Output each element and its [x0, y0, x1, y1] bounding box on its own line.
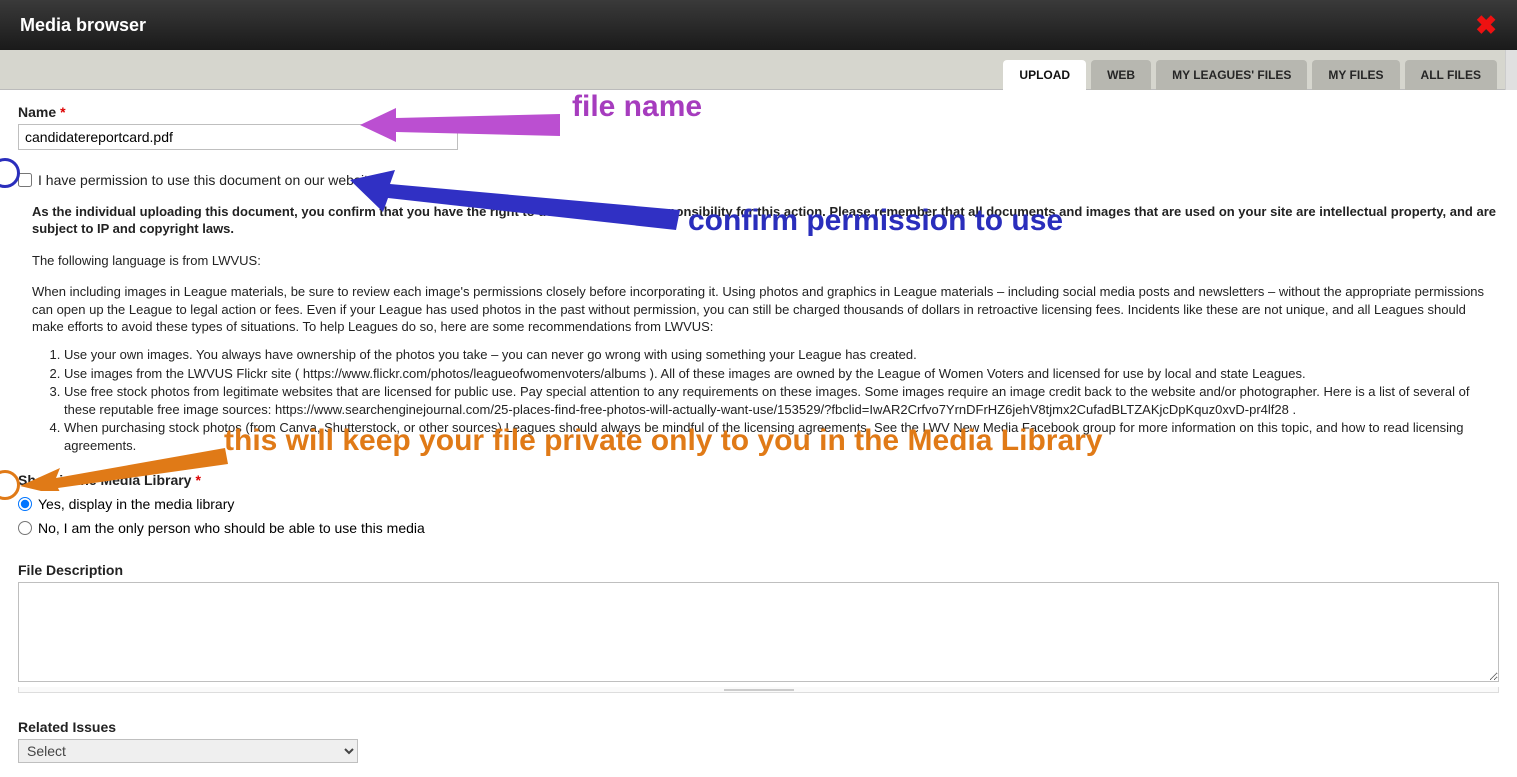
- recommendation-item: Use free stock photos from legitimate we…: [64, 383, 1499, 418]
- tab-my-leagues-files[interactable]: MY LEAGUES' FILES: [1156, 60, 1307, 90]
- description-label-text: File Description: [18, 562, 123, 578]
- permission-field: I have permission to use this document o…: [18, 172, 1499, 188]
- description-label: File Description: [18, 562, 1499, 578]
- radio-yes-row: Yes, display in the media library: [18, 496, 1499, 512]
- related-label: Related Issues: [18, 719, 1499, 735]
- name-input[interactable]: [18, 124, 458, 150]
- radio-no-row: No, I am the only person who should be a…: [18, 520, 1499, 536]
- radio-no-label: No, I am the only person who should be a…: [38, 520, 425, 536]
- related-issues-select[interactable]: Select: [18, 739, 358, 763]
- tab-strip-area: UPLOAD WEB MY LEAGUES' FILES MY FILES AL…: [0, 50, 1517, 90]
- recommendation-item: Use your own images. You always have own…: [64, 346, 1499, 364]
- lwvus-intro: The following language is from LWVUS:: [18, 252, 1499, 270]
- radio-yes[interactable]: [18, 497, 32, 511]
- required-mark: *: [60, 104, 65, 120]
- annotation-circle-permission: [0, 158, 20, 188]
- confirmation-text: As the individual uploading this documen…: [18, 204, 1499, 238]
- show-library-label-text: Show in the Media Library: [18, 472, 191, 488]
- required-mark: *: [382, 172, 387, 188]
- scrollbar-track[interactable]: [1505, 50, 1517, 90]
- radio-yes-label: Yes, display in the media library: [38, 496, 234, 512]
- related-label-text: Related Issues: [18, 719, 116, 735]
- tab-all-files[interactable]: ALL FILES: [1405, 60, 1497, 90]
- permission-checkbox[interactable]: [18, 173, 32, 187]
- show-library-label: Show in the Media Library *: [18, 472, 1499, 488]
- lwvus-paragraph: When including images in League material…: [18, 283, 1499, 336]
- dialog-header: Media browser ✖: [0, 0, 1517, 50]
- dialog-title: Media browser: [20, 15, 146, 36]
- textarea-gripper[interactable]: [18, 687, 1499, 693]
- tab-web[interactable]: WEB: [1091, 60, 1151, 90]
- permission-label: I have permission to use this document o…: [38, 172, 376, 188]
- name-label: Name *: [18, 104, 1499, 120]
- upload-form: Name * I have permission to use this doc…: [0, 90, 1517, 777]
- tab-list: UPLOAD WEB MY LEAGUES' FILES MY FILES AL…: [1003, 60, 1497, 90]
- recommendation-item: Use images from the LWVUS Flickr site ( …: [64, 365, 1499, 383]
- recommendation-item: When purchasing stock photos (from Canva…: [64, 419, 1499, 454]
- name-label-text: Name: [18, 104, 56, 120]
- description-textarea[interactable]: [18, 582, 1499, 682]
- radio-no[interactable]: [18, 521, 32, 535]
- annotation-circle-private: [0, 470, 20, 500]
- close-icon[interactable]: ✖: [1475, 10, 1497, 41]
- tab-upload[interactable]: UPLOAD: [1003, 60, 1086, 90]
- tab-my-files[interactable]: MY FILES: [1312, 60, 1399, 90]
- recommendation-list: Use your own images. You always have own…: [64, 346, 1499, 454]
- required-mark: *: [195, 472, 200, 488]
